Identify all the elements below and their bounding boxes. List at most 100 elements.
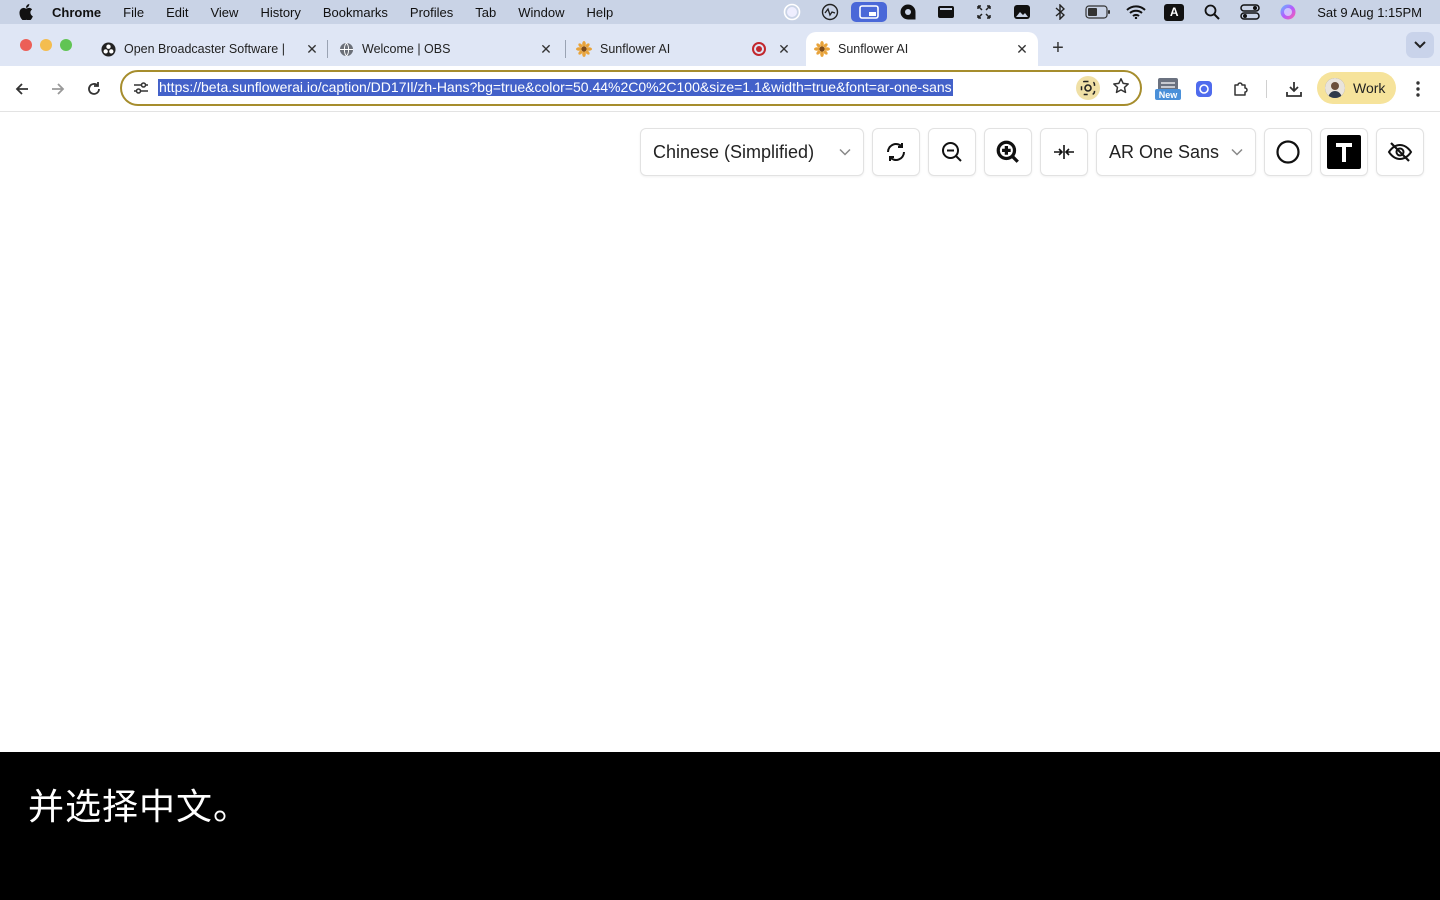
address-bar[interactable]: https://beta.sunflowerai.io/caption/DD17…: [120, 70, 1142, 106]
circle-outline-icon: [1276, 140, 1300, 164]
minimize-window-button[interactable]: [40, 39, 52, 51]
menu-edit[interactable]: Edit: [155, 5, 199, 20]
puzzle-icon: [1234, 82, 1248, 96]
caption-text: 并选择中文。: [28, 787, 251, 828]
caption-page: Chinese (Simplified) AR One Sans 并选择中文。: [0, 112, 1440, 900]
omnibox-actions: [1076, 76, 1130, 100]
tab-close-icon[interactable]: ✕: [536, 39, 556, 59]
collapse-horizontal-icon: [1054, 145, 1074, 159]
menu-profiles[interactable]: Profiles: [399, 5, 464, 20]
tab-divider: [565, 40, 566, 58]
tab-welcome-obs[interactable]: Welcome | OBS ✕: [338, 32, 556, 66]
chat-icon[interactable]: [889, 0, 927, 24]
screen-share-icon[interactable]: [851, 2, 888, 22]
menu-tab[interactable]: Tab: [464, 5, 507, 20]
photos-icon[interactable]: [1003, 0, 1041, 24]
chevron-down-icon: [1231, 148, 1243, 156]
spotlight-icon[interactable]: [1193, 0, 1231, 24]
tab-sunflower-ai-active[interactable]: Sunflower AI ✕: [806, 32, 1038, 66]
profile-label: Work: [1353, 80, 1386, 96]
text-format-icon: [1327, 135, 1361, 169]
bookmark-star-icon[interactable]: [1112, 77, 1130, 100]
refresh-icon: [887, 143, 905, 161]
menu-bookmarks[interactable]: Bookmarks: [312, 5, 399, 20]
language-select-value: Chinese (Simplified): [653, 141, 815, 162]
browser-menu-button[interactable]: [1406, 76, 1430, 102]
forward-button[interactable]: [45, 76, 71, 102]
font-select-value: AR One Sans: [1109, 141, 1220, 162]
tab-title: Open Broadcaster Software |: [124, 42, 285, 56]
avatar: [1325, 78, 1345, 98]
macos-menu-bar: Chrome File Edit View History Bookmarks …: [0, 0, 1440, 24]
chevron-down-icon: [839, 148, 851, 156]
close-window-button[interactable]: [20, 39, 32, 51]
menu-view[interactable]: View: [199, 5, 249, 20]
download-icon: [1286, 82, 1302, 97]
arrow-left-icon: [15, 83, 28, 95]
wifi-icon[interactable]: [1117, 0, 1155, 24]
hide-controls-button[interactable]: [1376, 128, 1424, 176]
zoom-out-button[interactable]: [928, 128, 976, 176]
reload-button[interactable]: [81, 76, 107, 102]
bluetooth-icon[interactable]: [1041, 0, 1079, 24]
tab-title: Sunflower AI: [600, 42, 671, 56]
input-source-icon[interactable]: A: [1155, 0, 1193, 24]
globe-icon: [338, 41, 354, 57]
extension-new-badge: New: [1155, 89, 1181, 100]
url-container: https://beta.sunflowerai.io/caption/DD17…: [158, 79, 1076, 97]
input-source-label: A: [1164, 3, 1185, 21]
menu-history[interactable]: History: [249, 5, 311, 20]
menu-window[interactable]: Window: [507, 5, 575, 20]
font-select[interactable]: AR One Sans: [1096, 128, 1256, 176]
tab-obs-software[interactable]: Open Broadcaster Software | ✕: [100, 32, 322, 66]
zoom-in-icon: [996, 140, 1019, 163]
menu-help[interactable]: Help: [576, 5, 625, 20]
caption-display: 并选择中文。: [0, 752, 1440, 900]
browser-tab-strip: Open Broadcaster Software | ✕ Welcome | …: [0, 24, 1440, 66]
zoom-in-button[interactable]: [984, 128, 1032, 176]
tab-title: Sunflower AI: [838, 42, 909, 56]
profile-button[interactable]: Work: [1317, 72, 1396, 104]
tab-sunflower-ai-recording[interactable]: Sunflower AI ✕: [576, 32, 794, 66]
move-icon[interactable]: [965, 0, 1003, 24]
reload-icon: [88, 82, 100, 95]
extensions-button[interactable]: [1228, 76, 1254, 102]
tab-divider: [327, 40, 328, 58]
ai-assistant-icon: [1196, 81, 1212, 97]
extension-new-button[interactable]: New: [1154, 76, 1182, 102]
tab-search-button[interactable]: [1406, 32, 1434, 58]
new-tab-button[interactable]: +: [1046, 36, 1070, 60]
siri-icon[interactable]: [1269, 0, 1307, 24]
chevron-down-icon: [1414, 41, 1426, 49]
zoom-window-button[interactable]: [60, 39, 72, 51]
downloads-button[interactable]: [1281, 76, 1307, 102]
obs-icon: [100, 41, 116, 57]
tab-close-icon[interactable]: ✕: [1012, 39, 1032, 59]
sunflower-icon: [814, 41, 830, 57]
menu-app-name[interactable]: Chrome: [52, 5, 112, 20]
url-text[interactable]: https://beta.sunflowerai.io/caption/DD17…: [158, 79, 953, 96]
text-color-button[interactable]: [1320, 128, 1368, 176]
battery-icon[interactable]: [1079, 0, 1117, 24]
apple-menu-icon[interactable]: [0, 4, 52, 20]
menu-file[interactable]: File: [112, 5, 155, 20]
tab-close-icon[interactable]: ✕: [302, 39, 322, 59]
control-center-icon[interactable]: [1231, 0, 1269, 24]
lens-search-icon[interactable]: [1076, 76, 1100, 100]
background-color-button[interactable]: [1264, 128, 1312, 176]
extension-ai-button[interactable]: [1191, 76, 1217, 102]
eye-off-icon: [1387, 142, 1413, 162]
width-toggle-button[interactable]: [1040, 128, 1088, 176]
tab-close-icon[interactable]: ✕: [774, 39, 794, 59]
arrow-right-icon: [52, 83, 65, 95]
menubar-clock[interactable]: Sat 9 Aug 1:15PM: [1317, 5, 1422, 20]
window-controls: [20, 39, 72, 51]
activity-icon[interactable]: [811, 0, 849, 24]
screen-record-icon[interactable]: [773, 0, 811, 24]
reset-button[interactable]: [872, 128, 920, 176]
battery-widget-icon[interactable]: [927, 0, 965, 24]
back-button[interactable]: [9, 76, 35, 102]
site-info-icon[interactable]: [124, 81, 158, 95]
language-select[interactable]: Chinese (Simplified): [640, 128, 864, 176]
zoom-out-icon: [942, 142, 962, 162]
